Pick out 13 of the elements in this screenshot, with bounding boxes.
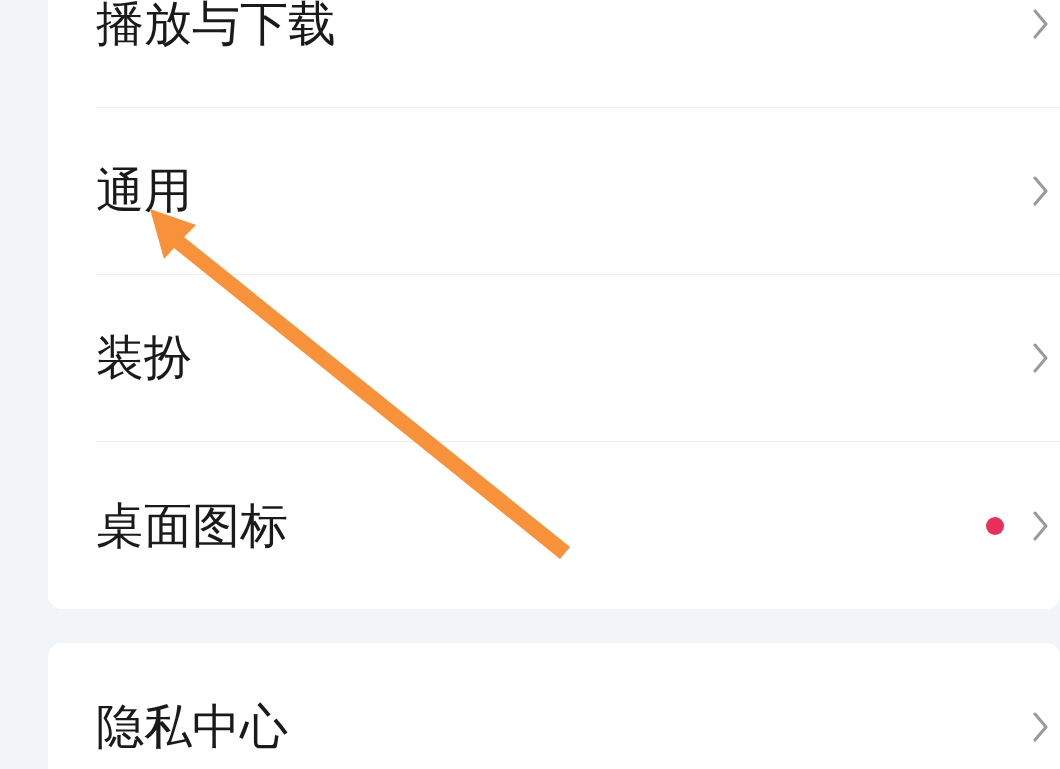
row-label: 播放与下载	[96, 0, 336, 48]
chevron-right-icon	[1032, 711, 1048, 742]
settings-row[interactable]: 播放与下载	[96, 0, 1060, 108]
row-label: 装扮	[96, 334, 192, 382]
chevron-right-icon	[1032, 510, 1048, 541]
row-label: 隐私中心	[96, 702, 288, 751]
settings-row[interactable]: 隐私中心	[96, 643, 1060, 769]
chevron-right-icon	[1032, 9, 1048, 39]
chevron-right-icon	[1032, 343, 1048, 373]
row-label: 桌面图标	[96, 501, 288, 550]
row-label: 通用	[96, 167, 192, 215]
chevron-right-icon	[1032, 176, 1048, 206]
settings-row[interactable]: 桌面图标	[96, 442, 1060, 609]
